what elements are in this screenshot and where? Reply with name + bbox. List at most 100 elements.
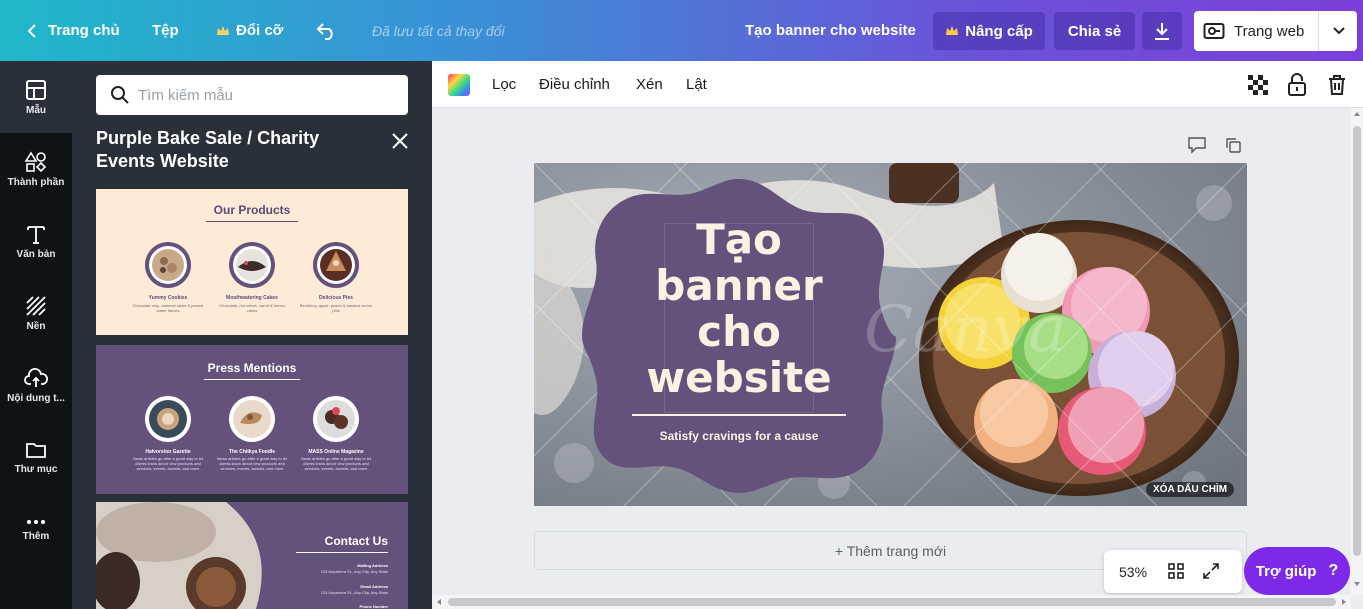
resize-button[interactable]: Đổi cỡ bbox=[216, 0, 283, 61]
publish-website-button[interactable]: Trang web bbox=[1194, 11, 1357, 51]
contact-value: 123 Anywhere St., Any City, Any State bbox=[320, 569, 388, 574]
rail-item-background[interactable]: Nền bbox=[0, 277, 72, 349]
remove-watermark-button[interactable]: XÓA DẤU CHÌM bbox=[1146, 482, 1235, 497]
template-press-mentions[interactable]: Press Mentions Halvorsion Gazette News a… bbox=[96, 345, 408, 494]
download-icon bbox=[1155, 23, 1169, 40]
edit-toolbar: Lọc Điều chỉnh Xén Lật bbox=[432, 61, 1363, 108]
undo-icon bbox=[316, 22, 333, 40]
pastry-image bbox=[229, 396, 275, 442]
press-name: Halvorsion Gazette bbox=[145, 449, 191, 455]
share-button[interactable]: Chia sẻ bbox=[1054, 12, 1135, 50]
scrollbar-thumb[interactable] bbox=[448, 598, 1336, 606]
template-contact-us[interactable]: Contact Us Mailing Address 123 Anywhere … bbox=[96, 502, 408, 609]
product-name: Delicious Pies bbox=[319, 295, 353, 301]
product-desc: Blueberry, apple, peach & banana creme p… bbox=[299, 303, 373, 313]
watermark: Canva bbox=[864, 293, 1067, 367]
vertical-scrollbar[interactable] bbox=[1351, 108, 1363, 595]
flip-button[interactable]: Lật bbox=[686, 61, 707, 108]
lock-button[interactable] bbox=[1287, 61, 1307, 108]
color-picker-button[interactable] bbox=[447, 61, 471, 108]
product-desc: Chocolate chip, oatmeal raisin & peanut … bbox=[132, 303, 204, 313]
adjust-button[interactable]: Điều chỉnh bbox=[539, 61, 610, 108]
home-button[interactable]: Trang chủ bbox=[26, 0, 120, 61]
folder-icon bbox=[26, 442, 46, 458]
text-icon bbox=[27, 225, 45, 244]
rail-label: Văn bản bbox=[16, 248, 56, 260]
home-label: Trang chủ bbox=[48, 22, 120, 39]
press-desc: News articles go after a great way to le… bbox=[300, 456, 372, 471]
cookie-image bbox=[145, 242, 191, 288]
transparency-button[interactable] bbox=[1247, 61, 1269, 108]
subtitle[interactable]: Satisfy cravings for a cause bbox=[582, 429, 896, 443]
undo-button[interactable] bbox=[316, 0, 338, 61]
chevron-down-icon[interactable] bbox=[1332, 26, 1346, 36]
template-heading: Our Products bbox=[213, 203, 291, 217]
contact-value: 123 Anywhere St., Any City, Any State bbox=[320, 590, 388, 595]
template-icon bbox=[26, 79, 46, 100]
rail-item-more[interactable]: Thêm bbox=[0, 493, 72, 565]
scroll-left-icon[interactable] bbox=[435, 598, 443, 606]
press-name: The Chitkya Foodle bbox=[228, 449, 276, 455]
horizontal-scrollbar[interactable] bbox=[432, 595, 1351, 609]
delete-button[interactable] bbox=[1327, 61, 1347, 108]
divider bbox=[296, 552, 388, 553]
publish-label: Trang web bbox=[1234, 22, 1305, 40]
headline-line: website bbox=[646, 353, 832, 402]
headline-line: banner bbox=[655, 261, 823, 310]
duplicate-page-icon[interactable] bbox=[1224, 136, 1242, 154]
color-palette-icon bbox=[448, 73, 470, 96]
filter-button[interactable]: Lọc bbox=[492, 61, 516, 108]
headline[interactable]: Tạo banner cho website bbox=[582, 217, 896, 401]
zoom-controls: 53% bbox=[1104, 550, 1242, 593]
rail-label: Nội dung t... bbox=[7, 392, 65, 404]
zoom-level[interactable]: 53% bbox=[1119, 564, 1147, 580]
rail-label: Thư mục bbox=[14, 463, 58, 475]
baking-photo bbox=[96, 502, 296, 609]
document-title[interactable]: Tạo banner cho website bbox=[745, 0, 916, 61]
file-menu[interactable]: Tệp bbox=[152, 0, 179, 61]
rail-item-uploads[interactable]: Nội dung t... bbox=[0, 349, 72, 421]
pie-image bbox=[313, 242, 359, 288]
contact-label: Phone Number bbox=[359, 604, 388, 609]
design-page[interactable]: Tạo banner cho website Satisfy cravings … bbox=[534, 163, 1247, 506]
rail-label: Mẫu bbox=[26, 104, 46, 116]
press-desc: News articles go after a great way to le… bbox=[216, 456, 288, 471]
rail-label: Thành phần bbox=[7, 176, 65, 188]
help-label: Trợ giúp bbox=[1255, 562, 1317, 580]
upgrade-button[interactable]: Nâng cấp bbox=[933, 12, 1045, 50]
upload-icon bbox=[24, 367, 48, 387]
help-button[interactable]: Trợ giúp ? bbox=[1244, 547, 1350, 595]
unlock-icon bbox=[1288, 72, 1306, 96]
crown-icon bbox=[946, 26, 959, 35]
side-rail: Mẫu Thành phần Văn bản Nền Nội dung t...… bbox=[0, 61, 72, 609]
press-name: MASS Online Magazine bbox=[308, 449, 364, 455]
download-button[interactable] bbox=[1142, 12, 1182, 50]
background-icon bbox=[26, 295, 46, 316]
scroll-right-icon[interactable] bbox=[1340, 598, 1348, 606]
crown-icon bbox=[217, 25, 229, 35]
search-input[interactable]: Tìm kiếm mẫu bbox=[138, 87, 233, 104]
template-search[interactable]: Tìm kiếm mẫu bbox=[96, 75, 408, 115]
crop-button[interactable]: Xén bbox=[636, 61, 663, 108]
panel-title: Purple Bake Sale / Charity Events Websit… bbox=[96, 128, 320, 171]
cake-image bbox=[229, 242, 275, 288]
scroll-down-icon[interactable] bbox=[1353, 580, 1361, 588]
comment-icon[interactable] bbox=[1187, 136, 1207, 154]
scrollbar-thumb[interactable] bbox=[1353, 126, 1361, 556]
template-our-products[interactable]: Our Products Yummy Cookies Chocolate chi… bbox=[96, 189, 408, 335]
press-desc: News articles go after a great way to le… bbox=[132, 456, 204, 471]
divider bbox=[206, 221, 298, 222]
rail-item-templates[interactable]: Mẫu bbox=[0, 61, 72, 133]
product-name: Mouthwatering Cakes bbox=[226, 295, 278, 301]
scroll-up-icon[interactable] bbox=[1353, 110, 1361, 118]
contact-label: Email Address bbox=[360, 584, 388, 589]
close-icon[interactable] bbox=[388, 129, 412, 153]
rail-item-text[interactable]: Văn bản bbox=[0, 205, 72, 277]
saved-status: Đã lưu tất cả thay đổi bbox=[372, 22, 505, 39]
divider bbox=[1318, 11, 1319, 51]
grid-view-icon[interactable] bbox=[1167, 562, 1185, 580]
rail-item-folders[interactable]: Thư mục bbox=[0, 421, 72, 493]
rail-item-elements[interactable]: Thành phần bbox=[0, 133, 72, 205]
trash-icon bbox=[1329, 74, 1345, 95]
fullscreen-icon[interactable] bbox=[1202, 562, 1220, 580]
